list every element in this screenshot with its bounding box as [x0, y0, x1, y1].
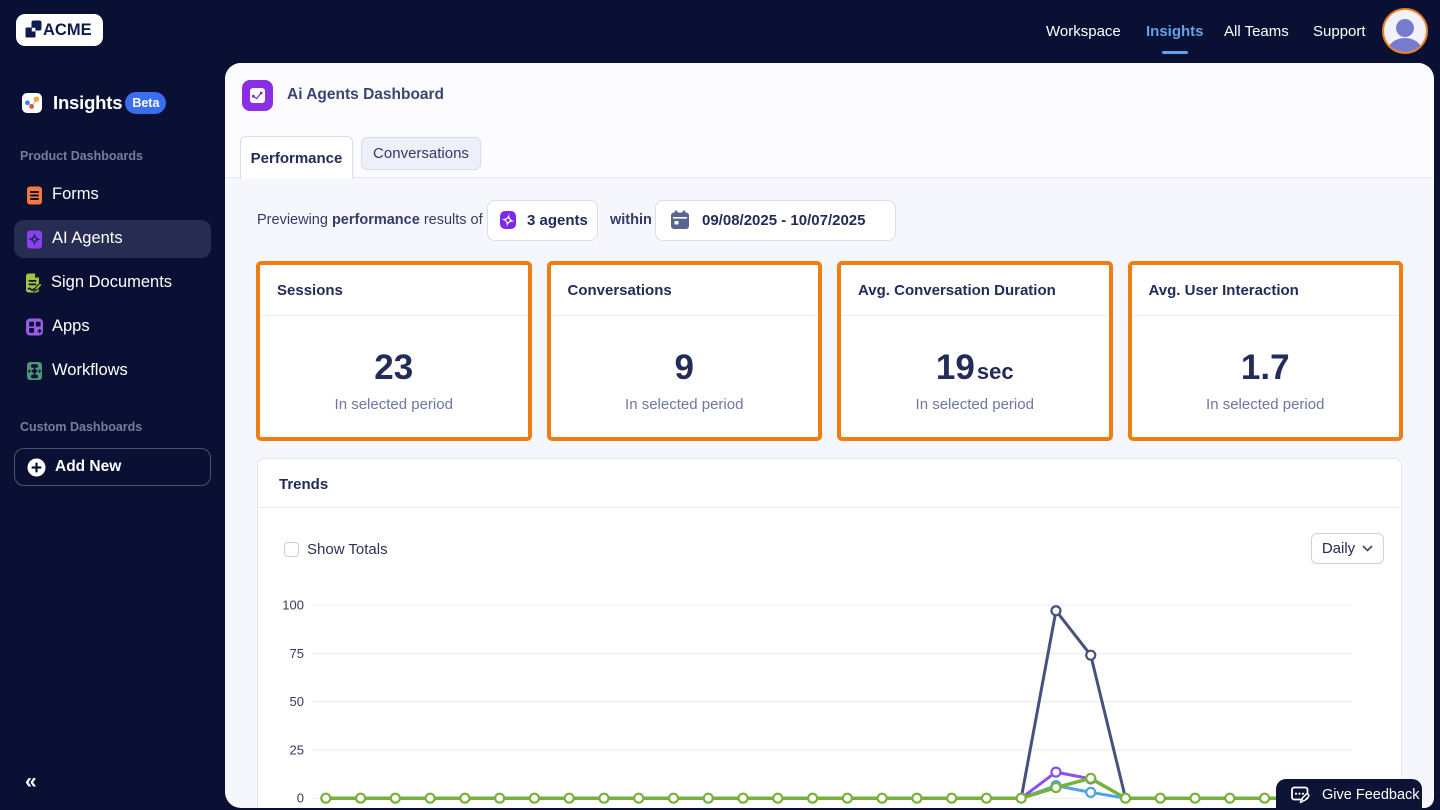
- svg-text:50: 50: [290, 694, 304, 709]
- svg-text:100: 100: [282, 598, 304, 613]
- svg-text:0: 0: [297, 791, 304, 806]
- svg-text:25: 25: [290, 742, 304, 757]
- svg-text:75: 75: [290, 646, 304, 661]
